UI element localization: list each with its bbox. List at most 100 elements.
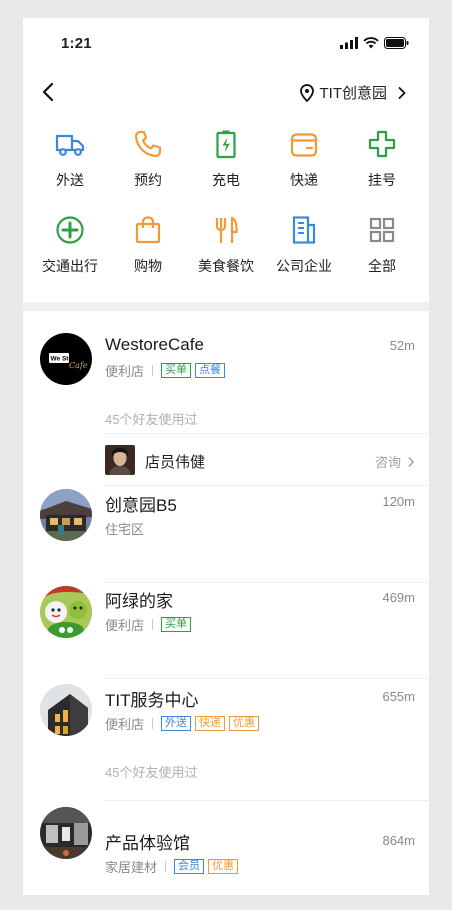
battery-icon	[384, 37, 409, 49]
place-meta: 便利店 买单 点餐	[105, 361, 229, 380]
svg-text:Cafe: Cafe	[69, 361, 88, 370]
status-time: 1:21	[61, 35, 92, 52]
place-avatar	[40, 489, 92, 541]
status-icons	[340, 37, 409, 49]
category-charging[interactable]: 充电	[187, 128, 265, 190]
phone-screen: 1:21 TIT创意园 外送 预约 充电 快递 挂号 交通出行 购物 美食餐饮 …	[23, 18, 429, 895]
place-name: 阿绿的家	[105, 592, 173, 611]
meta-separator	[152, 619, 154, 630]
phone-icon	[134, 130, 162, 158]
place-name: 产品体验馆	[105, 834, 190, 853]
row-divider	[105, 678, 429, 679]
wifi-icon	[363, 37, 379, 49]
place-item[interactable]: TIT服务中心 655m 便利店 外送 快递 优惠 45个好友使用过	[23, 682, 429, 802]
category-label: 公司企业	[276, 258, 332, 274]
westore-logo: We Store Cafe	[49, 353, 88, 370]
place-type: 便利店	[105, 717, 145, 732]
location-label: TIT创意园	[319, 85, 388, 102]
location-selector[interactable]: TIT创意园	[299, 82, 408, 103]
place-avatar	[40, 684, 92, 736]
category-label: 预约	[134, 172, 162, 188]
row-divider	[105, 582, 429, 583]
tag-badge: 外送	[161, 716, 192, 731]
status-bar: 1:21	[23, 18, 429, 68]
category-label: 交通出行	[42, 258, 98, 274]
grid-icon	[369, 217, 395, 243]
tag-badge: 点餐	[195, 363, 226, 378]
category-label: 全部	[368, 258, 396, 274]
place-distance: 52m	[389, 338, 415, 353]
place-item[interactable]: We Store Cafe WestoreCafe 52m 便利店 买单 点餐 …	[23, 311, 429, 486]
meta-separator	[165, 861, 167, 872]
category-label: 外送	[56, 172, 84, 188]
battery-charge-icon	[216, 130, 236, 159]
category-registration[interactable]: 挂号	[343, 128, 421, 190]
meta-separator	[152, 718, 154, 729]
friends-used: 45个好友使用过	[105, 412, 198, 427]
friends-used: 45个好友使用过	[105, 765, 198, 780]
place-name: 创意园B5	[105, 496, 177, 515]
place-meta: 便利店 买单	[105, 615, 195, 634]
staff-name: 店员伟健	[145, 454, 206, 471]
tag-badge: 优惠	[229, 716, 260, 731]
place-meta: 家居建材 会员 优惠	[105, 857, 242, 876]
chevron-right-icon	[398, 86, 406, 99]
tag-badge: 快递	[195, 716, 226, 731]
medical-cross-icon	[368, 130, 396, 158]
row-divider	[105, 800, 429, 801]
place-distance: 864m	[382, 833, 415, 848]
category-label: 美食餐饮	[198, 258, 254, 274]
place-item[interactable]: 阿绿的家 469m 便利店 买单	[23, 585, 429, 681]
tag-badge: 优惠	[208, 859, 239, 874]
meta-separator	[152, 365, 154, 376]
section-divider	[23, 302, 429, 311]
building-icon	[292, 216, 316, 244]
wallet-icon	[290, 133, 318, 157]
place-distance: 469m	[382, 590, 415, 605]
row-divider	[105, 433, 429, 434]
place-distance: 655m	[382, 689, 415, 704]
place-type: 家居建材	[105, 860, 158, 875]
back-icon[interactable]	[37, 80, 61, 104]
category-label: 充电	[212, 172, 240, 188]
plus-circle-icon	[56, 216, 84, 244]
chevron-right-icon	[408, 456, 415, 467]
place-avatar	[40, 807, 92, 859]
fork-knife-icon	[215, 216, 238, 243]
place-avatar	[40, 586, 92, 638]
place-type: 便利店	[105, 618, 145, 633]
category-food[interactable]: 美食餐饮	[187, 214, 265, 276]
category-all[interactable]: 全部	[343, 214, 421, 276]
place-avatar: We Store Cafe	[40, 333, 92, 385]
category-reservation[interactable]: 预约	[109, 128, 187, 190]
place-name: WestoreCafe	[105, 335, 204, 354]
place-name: TIT服务中心	[105, 691, 199, 710]
category-label: 购物	[134, 258, 162, 274]
category-transport[interactable]: 交通出行	[31, 214, 109, 276]
tag-badge: 会员	[174, 859, 205, 874]
place-meta: 便利店 外送 快递 优惠	[105, 714, 263, 733]
staff-row[interactable]: 店员伟健 咨询	[105, 435, 429, 485]
nav-bar: TIT创意园	[23, 76, 429, 110]
delivery-truck-icon	[55, 134, 85, 156]
category-shopping[interactable]: 购物	[109, 214, 187, 276]
place-item[interactable]: 产品体验馆 864m 家居建材 会员 优惠	[23, 806, 429, 892]
place-meta: 住宅区	[105, 519, 144, 538]
category-label: 挂号	[368, 172, 396, 188]
category-delivery[interactable]: 外送	[31, 128, 109, 190]
place-type: 便利店	[105, 364, 145, 379]
location-pin-icon	[299, 83, 314, 102]
shopping-bag-icon	[135, 216, 161, 244]
place-type: 住宅区	[105, 522, 145, 537]
staff-avatar	[105, 445, 135, 475]
category-label: 快递	[290, 172, 318, 188]
consult-label: 咨询	[374, 455, 401, 470]
place-distance: 120m	[382, 494, 415, 509]
consult-button[interactable]: 咨询	[375, 452, 415, 471]
place-item[interactable]: 创意园B5 120m 住宅区	[23, 486, 429, 583]
tag-badge: 买单	[161, 363, 192, 378]
category-company[interactable]: 公司企业	[265, 214, 343, 276]
tag-badge: 买单	[161, 617, 192, 632]
category-express[interactable]: 快递	[265, 128, 343, 190]
signal-icon	[340, 37, 358, 49]
